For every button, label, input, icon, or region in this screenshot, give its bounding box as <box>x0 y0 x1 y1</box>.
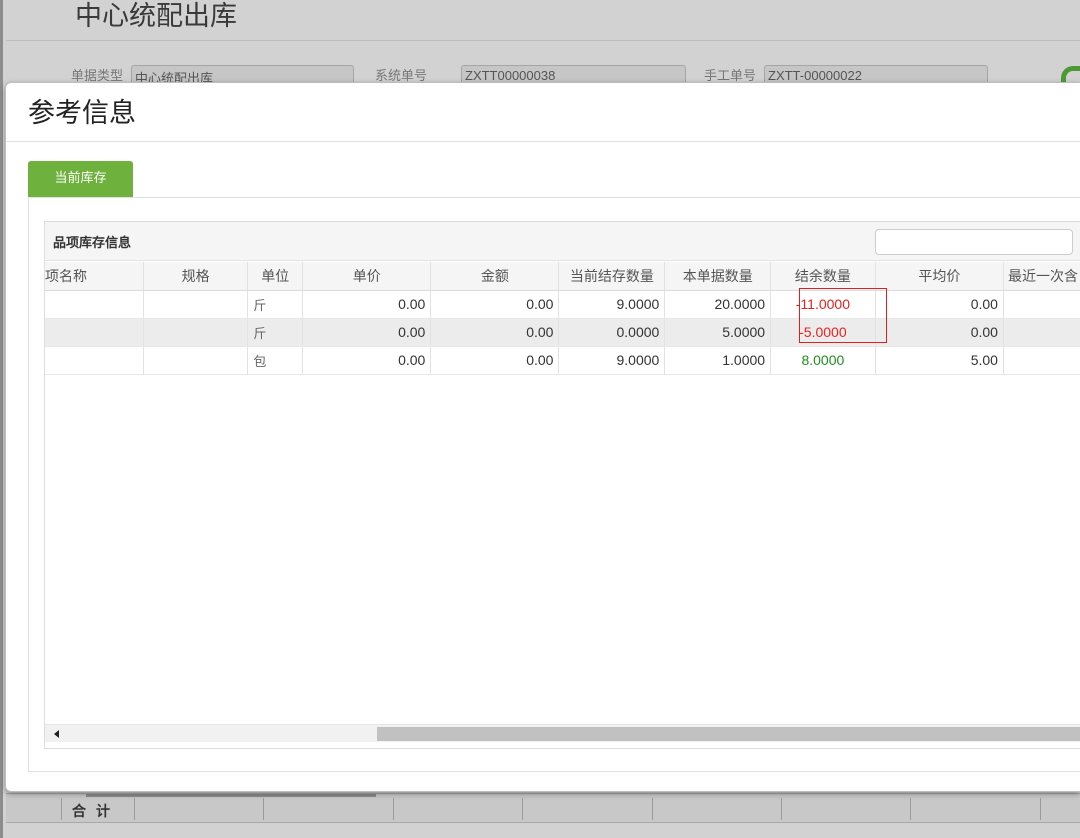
cell-unit: 斤 <box>247 318 304 347</box>
cell-name <box>45 290 144 319</box>
footer-separator <box>522 798 523 820</box>
column-header-balance[interactable]: 结余数量 <box>770 262 876 291</box>
summary-footer: 合计 <box>6 793 1080 823</box>
sum-label: 合计 <box>72 804 120 820</box>
column-header-spec[interactable]: 规格 <box>143 262 249 291</box>
column-header-name[interactable]: 项名称 <box>45 262 144 291</box>
dialog-title: 参考信息 <box>28 98 136 129</box>
cell-spec <box>143 346 249 375</box>
cell-price: 0.00 <box>302 346 432 375</box>
footer-separator <box>393 798 394 820</box>
title-divider <box>6 40 1080 41</box>
cell-unit: 包 <box>247 346 304 375</box>
cell-avg-price: 0.00 <box>875 318 1004 347</box>
cell-avg-price: 5.00 <box>875 346 1004 375</box>
column-header-unit[interactable]: 单位 <box>247 262 304 291</box>
table-row[interactable]: 包 0.00 0.00 9.0000 1.0000 8.0000 5.00 <box>45 346 1080 375</box>
stock-table: 项名称 规格 单位 单价 金额 当前结存数量 本单据数量 结余数量 平均价 最近… <box>45 262 1080 375</box>
cell-current-qty: 0.0000 <box>558 318 666 347</box>
cell-last <box>1003 346 1080 375</box>
cell-spec <box>143 318 249 347</box>
cell-price: 0.00 <box>302 290 432 319</box>
column-header-current-qty[interactable]: 当前结存数量 <box>558 262 666 291</box>
column-header-price[interactable]: 单价 <box>302 262 432 291</box>
cell-doc-qty: 5.0000 <box>664 318 772 347</box>
cell-balance: -5.0000 <box>770 318 876 347</box>
cell-spec <box>143 290 249 319</box>
cell-current-qty: 9.0000 <box>558 290 666 319</box>
grid-caption: 品项库存信息 <box>53 236 132 251</box>
cell-amount: 0.00 <box>430 346 560 375</box>
cell-doc-qty: 20.0000 <box>664 290 772 319</box>
cell-doc-qty: 1.0000 <box>664 346 772 375</box>
grid-search-input[interactable] <box>875 229 1073 255</box>
table-row[interactable]: 斤 0.00 0.00 9.0000 20.0000 -11.0000 0.00 <box>45 290 1080 319</box>
footer-separator <box>910 798 911 820</box>
column-header-avg-price[interactable]: 平均价 <box>875 262 1004 291</box>
cell-avg-price: 0.00 <box>875 290 1004 319</box>
cell-amount: 0.00 <box>430 290 560 319</box>
table-header-row: 项名称 规格 单位 单价 金额 当前结存数量 本单据数量 结余数量 平均价 最近… <box>45 262 1080 291</box>
footer-separator <box>652 798 653 820</box>
footer-separator <box>781 798 782 820</box>
grid-toolbar: 品项库存信息 <box>45 222 1080 261</box>
footer-separator <box>1040 798 1041 820</box>
table-row[interactable]: 斤 0.00 0.00 0.0000 5.0000 -5.0000 0.00 <box>45 318 1080 347</box>
page-title: 中心统配出库 <box>75 1 237 32</box>
cell-unit: 斤 <box>247 290 304 319</box>
footer-separator <box>134 798 135 820</box>
footer-strip <box>86 794 376 797</box>
footer-separator <box>263 798 264 820</box>
cell-balance: 8.0000 <box>770 346 876 375</box>
column-header-doc-qty[interactable]: 本单据数量 <box>664 262 772 291</box>
column-header-last[interactable]: 最近一次含 <box>1003 262 1080 291</box>
cell-current-qty: 9.0000 <box>558 346 666 375</box>
cell-amount: 0.00 <box>430 318 560 347</box>
reference-info-dialog: 参考信息 当前库存 品项库存信息 项名称 规格 单位 单价 金额 当前结存数量 <box>5 82 1080 792</box>
cell-name <box>45 346 144 375</box>
column-header-amount[interactable]: 金额 <box>430 262 560 291</box>
cell-name <box>45 318 144 347</box>
scroll-left-arrow-icon[interactable] <box>51 728 63 740</box>
cell-last <box>1003 290 1080 319</box>
horizontal-scrollbar[interactable] <box>45 724 1080 742</box>
footer-separator <box>61 798 62 820</box>
cell-last <box>1003 318 1080 347</box>
tab-current-stock[interactable]: 当前库存 <box>28 161 133 197</box>
dialog-header-divider <box>6 141 1080 142</box>
cell-price: 0.00 <box>302 318 432 347</box>
stock-grid-panel: 品项库存信息 项名称 规格 单位 单价 金额 当前结存数量 本单据数量 结余数量… <box>44 221 1080 749</box>
cell-balance: -11.0000 <box>770 290 876 319</box>
scrollbar-thumb[interactable] <box>377 727 1080 741</box>
